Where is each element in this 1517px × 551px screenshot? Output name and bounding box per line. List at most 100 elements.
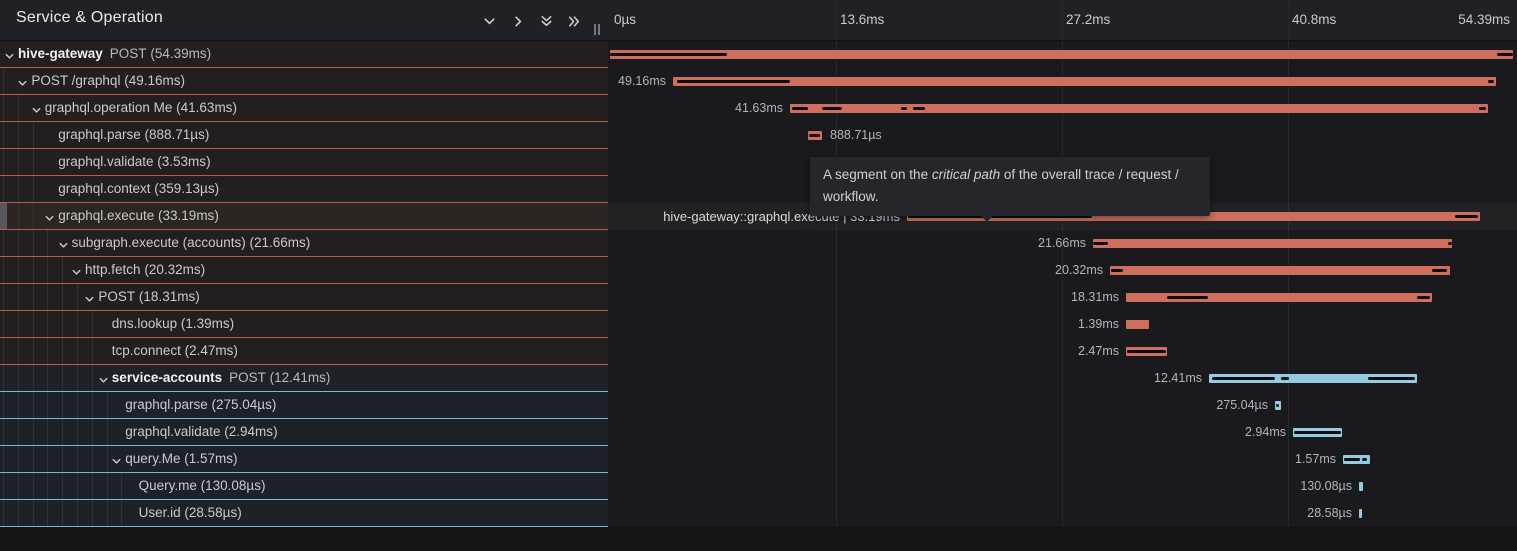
expand-chevron-icon[interactable] bbox=[31, 103, 42, 114]
span-name-cell[interactable]: http.fetch 20.32ms bbox=[0, 257, 608, 284]
span-bar[interactable] bbox=[790, 104, 1488, 113]
indent-guide-line bbox=[62, 338, 63, 364]
span-bar[interactable] bbox=[1126, 320, 1149, 329]
indent-guide-line bbox=[62, 257, 63, 283]
span-name-label: graphql.execute 33.19ms bbox=[58, 203, 219, 229]
span-name-label: graphql.validate 3.53ms bbox=[58, 149, 210, 175]
tooltip-arrow bbox=[980, 215, 994, 222]
expand-chevron-icon[interactable] bbox=[17, 76, 28, 87]
span-name-cell[interactable]: graphql.parse 275.04µs bbox=[0, 392, 608, 419]
span-row[interactable]: POST 18.31ms 18.31ms bbox=[0, 284, 1517, 311]
duration-label: 275.04µs bbox=[212, 397, 277, 412]
indent-guide-line bbox=[107, 419, 108, 445]
duration-label: 1.57ms bbox=[184, 451, 237, 466]
operation-name: graphql.parse bbox=[125, 397, 208, 412]
span-name-cell[interactable]: graphql.execute 33.19ms bbox=[0, 203, 608, 230]
span-row[interactable]: graphql.validate 2.94ms 2.94ms bbox=[0, 419, 1517, 446]
span-bar[interactable] bbox=[1359, 482, 1363, 491]
span-name-cell[interactable]: User.id 28.58µs bbox=[0, 500, 608, 527]
span-row[interactable]: graphql.parse 888.71µs 888.71µs bbox=[0, 122, 1517, 149]
expand-chevron-icon[interactable] bbox=[58, 238, 69, 249]
span-name-cell[interactable]: service-accountsPOST 12.41ms bbox=[0, 365, 608, 392]
axis-tick-label: 54.39ms bbox=[1458, 12, 1510, 27]
double-chevron-down-icon[interactable] bbox=[535, 10, 557, 32]
indent-guide-line bbox=[77, 473, 78, 499]
operation-name: graphql.context bbox=[58, 181, 150, 196]
span-name-cell[interactable]: graphql.validate 3.53ms bbox=[0, 149, 608, 176]
indent-guide-line bbox=[3, 230, 4, 256]
duration-label: 12.41ms bbox=[270, 370, 331, 385]
expand-chevron-icon[interactable] bbox=[71, 265, 82, 276]
indent-guide-line bbox=[18, 392, 19, 418]
span-name-cell[interactable]: POST 18.31ms bbox=[0, 284, 608, 311]
span-row[interactable]: POST /graphql 49.16ms 49.16ms bbox=[0, 68, 1517, 95]
span-bar[interactable] bbox=[1359, 509, 1362, 518]
indent-guide-line bbox=[33, 122, 34, 148]
span-row[interactable]: graphql.context 359.13µs 359.13µs bbox=[0, 176, 1517, 203]
indent-guide-line bbox=[62, 446, 63, 472]
span-name-cell[interactable]: subgraph.execute (accounts) 21.66ms bbox=[0, 230, 608, 257]
tooltip-text-pre: A segment on the bbox=[823, 167, 932, 182]
indent-guide-line bbox=[33, 230, 34, 256]
operation-name: POST bbox=[110, 46, 147, 61]
duration-label: 33.19ms bbox=[158, 208, 219, 223]
span-row[interactable]: subgraph.execute (accounts) 21.66ms 21.6… bbox=[0, 230, 1517, 257]
span-row[interactable]: service-accountsPOST 12.41ms 12.41ms bbox=[0, 365, 1517, 392]
span-row[interactable]: graphql.operation Me 41.63ms 41.63ms bbox=[0, 95, 1517, 122]
critical-path-segment bbox=[1455, 215, 1478, 218]
span-bar[interactable] bbox=[673, 77, 1496, 86]
span-name-cell[interactable]: graphql.operation Me 41.63ms bbox=[0, 95, 608, 122]
duration-label: 20.32ms bbox=[144, 262, 205, 277]
expand-chevron-icon[interactable] bbox=[4, 49, 15, 60]
duration-label: 130.08µs bbox=[201, 478, 266, 493]
span-row[interactable]: dns.lookup 1.39ms 1.39ms bbox=[0, 311, 1517, 338]
indent-guide-line bbox=[18, 122, 19, 148]
indent-guide-line bbox=[18, 284, 19, 310]
critical-path-segment bbox=[1212, 377, 1275, 380]
span-row[interactable]: graphql.parse 275.04µs 275.04µs bbox=[0, 392, 1517, 419]
span-bar[interactable] bbox=[1093, 239, 1452, 248]
axis-tick-label: 27.2ms bbox=[1066, 12, 1110, 27]
indent-guide-line bbox=[92, 365, 93, 391]
expand-chevron-icon[interactable] bbox=[84, 292, 95, 303]
double-chevron-right-icon[interactable] bbox=[563, 10, 585, 32]
indent-guide-line bbox=[33, 392, 34, 418]
chevron-down-icon[interactable] bbox=[478, 10, 500, 32]
span-name-cell[interactable]: query.Me 1.57ms bbox=[0, 446, 608, 473]
span-name-cell[interactable]: Query.me 130.08µs bbox=[0, 473, 608, 500]
chevron-right-icon[interactable] bbox=[507, 10, 529, 32]
span-name-cell[interactable]: hive-gatewayPOST 54.39ms bbox=[0, 41, 608, 68]
expand-chevron-icon[interactable] bbox=[98, 373, 109, 384]
span-name-cell[interactable]: graphql.validate 2.94ms bbox=[0, 419, 608, 446]
indent-guide-line bbox=[3, 95, 4, 121]
span-name-cell[interactable]: graphql.parse 888.71µs bbox=[0, 122, 608, 149]
span-row[interactable]: User.id 28.58µs 28.58µs bbox=[0, 500, 1517, 527]
span-row[interactable]: query.Me 1.57ms 1.57ms bbox=[0, 446, 1517, 473]
span-name-cell[interactable]: dns.lookup 1.39ms bbox=[0, 311, 608, 338]
indent-guide-line bbox=[62, 392, 63, 418]
span-row[interactable]: graphql.execute 33.19ms hive-gateway::gr… bbox=[0, 203, 1517, 230]
expand-chevron-icon[interactable] bbox=[111, 454, 122, 465]
critical-path-segment bbox=[1344, 458, 1360, 461]
span-row[interactable]: hive-gatewayPOST 54.39ms bbox=[0, 41, 1517, 68]
span-name-cell[interactable]: POST /graphql 49.16ms bbox=[0, 68, 608, 95]
span-row[interactable]: Query.me 130.08µs 130.08µs bbox=[0, 473, 1517, 500]
duration-label: 21.66ms bbox=[249, 235, 310, 250]
span-row[interactable]: http.fetch 20.32ms 20.32ms bbox=[0, 257, 1517, 284]
indent-guide-line bbox=[47, 419, 48, 445]
span-name-cell[interactable]: tcp.connect 2.47ms bbox=[0, 338, 608, 365]
span-row[interactable]: tcp.connect 2.47ms 2.47ms bbox=[0, 338, 1517, 365]
indent-guide-line bbox=[77, 392, 78, 418]
span-name-cell[interactable]: graphql.context 359.13µs bbox=[0, 176, 608, 203]
operation-name: graphql.execute bbox=[58, 208, 154, 223]
expand-chevron-icon[interactable] bbox=[44, 211, 55, 222]
span-name-label: hive-gatewayPOST 54.39ms bbox=[18, 41, 211, 67]
indent-guide-line bbox=[3, 122, 4, 148]
critical-path-segment bbox=[1448, 242, 1452, 245]
span-bar[interactable] bbox=[1110, 266, 1450, 275]
column-resize-grip[interactable] bbox=[593, 24, 601, 36]
span-bar[interactable] bbox=[610, 50, 1513, 59]
span-row[interactable]: graphql.validate 3.53ms 3.53ms bbox=[0, 149, 1517, 176]
timeline-header: Service & Operation bbox=[0, 0, 1517, 41]
operation-name: tcp.connect bbox=[112, 343, 181, 358]
